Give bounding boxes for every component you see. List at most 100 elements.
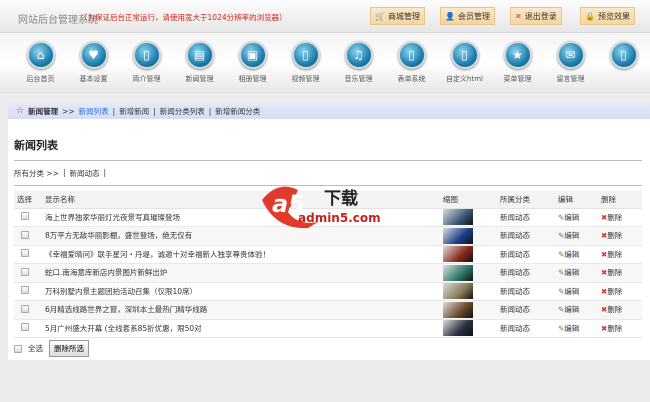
news-title[interactable]: 海上世界独家华丽灯光夜景写真璀璨登场: [42, 208, 440, 227]
table-row: 6月精选线路世界之窗，深圳本土最热门精华线路 新闻动态 ✎编辑 ✖删除: [14, 300, 642, 320]
row-checkbox[interactable]: [21, 249, 29, 258]
header-button-1[interactable]: 👤 会员管理: [440, 7, 495, 25]
news-title[interactable]: 蛇口.南海意库新店内景图片新鲜出炉: [42, 263, 440, 283]
nav-label: 基本设置: [79, 75, 108, 83]
nav-label: 后台首页: [26, 75, 55, 83]
nav-icon: ⌂: [26, 41, 55, 69]
delete-link[interactable]: ✖删除: [598, 319, 642, 338]
col-category: 所属分类: [497, 191, 555, 209]
nav-item-1[interactable]: ♥ 基本设置: [67, 33, 120, 92]
news-category: 新闻动态: [497, 208, 555, 227]
breadcrumb-add-category[interactable]: 新增新闻分类: [215, 106, 260, 117]
thumbnail-image: [443, 283, 473, 300]
nav-icon: ★: [503, 41, 532, 69]
nav-label: 菜单管理: [503, 75, 532, 83]
user-icon: 👤: [445, 11, 455, 21]
table-row: 万科别墅内景主题团拍活动召集（仅限10席） 新闻动态 ✎编辑 ✖删除: [14, 282, 642, 301]
nav-item-6[interactable]: ♫ 音乐管理: [332, 33, 385, 92]
nav-label: 视频管理: [291, 75, 320, 83]
header-button-label: 会员管理: [457, 11, 490, 21]
row-checkbox[interactable]: [21, 267, 29, 276]
delete-link[interactable]: ✖删除: [598, 282, 642, 301]
breadcrumb-add-news[interactable]: 新增新闻: [119, 106, 149, 117]
table-row: 5月广州盛大开幕 (全线套系85折优惠，限50对 新闻动态 ✎编辑 ✖删除: [14, 319, 642, 338]
breadcrumb: ☆ 新闻管理 >> 新闻列表 | 新增新闻 | 新闻分类列表 | 新增新闻分类: [8, 103, 650, 119]
nav-item-8[interactable]: ▯ 自定义html: [438, 33, 491, 92]
news-title[interactable]: 《幸福爱晴问》联手星河・丹堤，诚邀十对幸福新人独享尊贵体验！: [42, 245, 440, 264]
thumbnail-image: [443, 246, 473, 263]
breadcrumb-sep: >>: [62, 106, 75, 116]
nav-item-4[interactable]: ▣ 相册管理: [226, 33, 279, 92]
category-all[interactable]: 所有分类 >>: [14, 168, 59, 179]
nav-icon: ✉: [556, 41, 585, 69]
breadcrumb-category-list[interactable]: 新闻分类列表: [160, 106, 205, 117]
thumbnail-image: [443, 227, 473, 244]
news-title[interactable]: 8万平方无敌华丽影棚，盛世登场，绝无仅有: [42, 226, 440, 246]
row-checkbox[interactable]: [21, 323, 29, 332]
edit-link[interactable]: ✎编辑: [555, 319, 598, 338]
nav-icon: ▯: [291, 41, 320, 69]
delete-link[interactable]: ✖删除: [598, 300, 642, 320]
news-category: 新闻动态: [497, 245, 555, 264]
delete-link[interactable]: ✖删除: [598, 208, 642, 227]
nav-item-2[interactable]: ▯ 简介管理: [120, 33, 173, 92]
header-button-label: 商城管理: [387, 11, 420, 21]
nav-item-7[interactable]: ▯ 表单系统: [385, 33, 438, 92]
thumbnail-image: [443, 301, 473, 318]
row-checkbox[interactable]: [21, 212, 29, 221]
table-row: 《幸福爱晴问》联手星河・丹堤，诚邀十对幸福新人独享尊贵体验！ 新闻动态 ✎编辑 …: [14, 245, 642, 264]
nav-icon: ▯: [397, 41, 426, 69]
header-button-label: 预览效果: [597, 11, 630, 21]
delete-selected-button[interactable]: 删除所选: [49, 340, 89, 357]
news-title[interactable]: 5月广州盛大开幕 (全线套系85折优惠，限50对: [42, 319, 440, 338]
edit-link[interactable]: ✎编辑: [555, 282, 598, 301]
category-news[interactable]: 新闻动态: [69, 168, 99, 179]
news-category: 新闻动态: [497, 226, 555, 246]
nav-label: 留言管理: [556, 75, 585, 83]
breadcrumb-news-list[interactable]: 新闻列表: [79, 106, 109, 117]
nav-label: 相册管理: [238, 75, 267, 83]
delete-link[interactable]: ✖删除: [598, 226, 642, 246]
nav-item-9[interactable]: ★ 菜单管理: [491, 33, 544, 92]
nav-label: 自定义html: [446, 75, 483, 83]
thumbnail-image: [443, 209, 473, 226]
category-path: 所有分类 >> | 新闻动态 |: [14, 168, 107, 179]
news-category: 新闻动态: [497, 282, 555, 301]
row-checkbox[interactable]: [21, 230, 29, 239]
select-all-label: 全选: [28, 344, 43, 353]
news-title[interactable]: 6月精选线路世界之窗，深圳本土最热门精华线路: [42, 300, 440, 320]
divider: [14, 185, 642, 186]
close-icon: ✕: [515, 11, 522, 21]
nav-item-10[interactable]: ✉ 留言管理: [544, 33, 597, 92]
delete-link[interactable]: ✖删除: [598, 245, 642, 264]
edit-link[interactable]: ✎编辑: [555, 226, 598, 246]
header-button-3[interactable]: 🔒 预览效果: [580, 7, 635, 25]
edit-link[interactable]: ✎编辑: [555, 208, 598, 227]
top-header: 网站后台管理系统 （为保证后台正常运行，请使用宽大于1024分辨率的浏览器） 🛒…: [0, 0, 650, 33]
row-checkbox[interactable]: [21, 286, 29, 295]
header-button-2[interactable]: ✕ 退出登录: [510, 7, 562, 25]
cart-icon: 🛒: [375, 11, 385, 21]
nav-item-0[interactable]: ⌂ 后台首页: [14, 33, 67, 92]
nav-item-11[interactable]: ▯: [597, 33, 650, 92]
news-title[interactable]: 万科别墅内景主题团拍活动召集（仅限10席）: [42, 282, 440, 301]
star-icon: ☆: [16, 106, 25, 116]
table-row: 蛇口.南海意库新店内景图片新鲜出炉 新闻动态 ✎编辑 ✖删除: [14, 263, 642, 283]
edit-link[interactable]: ✎编辑: [555, 300, 598, 320]
col-thumb: 缩图: [440, 191, 497, 209]
row-checkbox[interactable]: [21, 304, 29, 313]
header-button-0[interactable]: 🛒 商城管理: [370, 7, 425, 25]
nav-icon: ▯: [450, 41, 479, 69]
select-all-checkbox[interactable]: [14, 344, 22, 353]
nav-item-3[interactable]: ▤ 新闻管理: [173, 33, 226, 92]
delete-link[interactable]: ✖删除: [598, 263, 642, 283]
nav-icon: ▤: [185, 41, 214, 69]
edit-link[interactable]: ✎编辑: [555, 245, 598, 264]
nav-icon: ♫: [344, 41, 373, 69]
nav-icon: ▣: [238, 41, 267, 69]
nav-item-5[interactable]: ▯ 视频管理: [279, 33, 332, 92]
header-button-label: 退出登录: [524, 11, 557, 21]
edit-link[interactable]: ✎编辑: [555, 263, 598, 283]
table-row: 8万平方无敌华丽影棚，盛世登场，绝无仅有 新闻动态 ✎编辑 ✖删除: [14, 226, 642, 246]
divider: [14, 160, 642, 161]
